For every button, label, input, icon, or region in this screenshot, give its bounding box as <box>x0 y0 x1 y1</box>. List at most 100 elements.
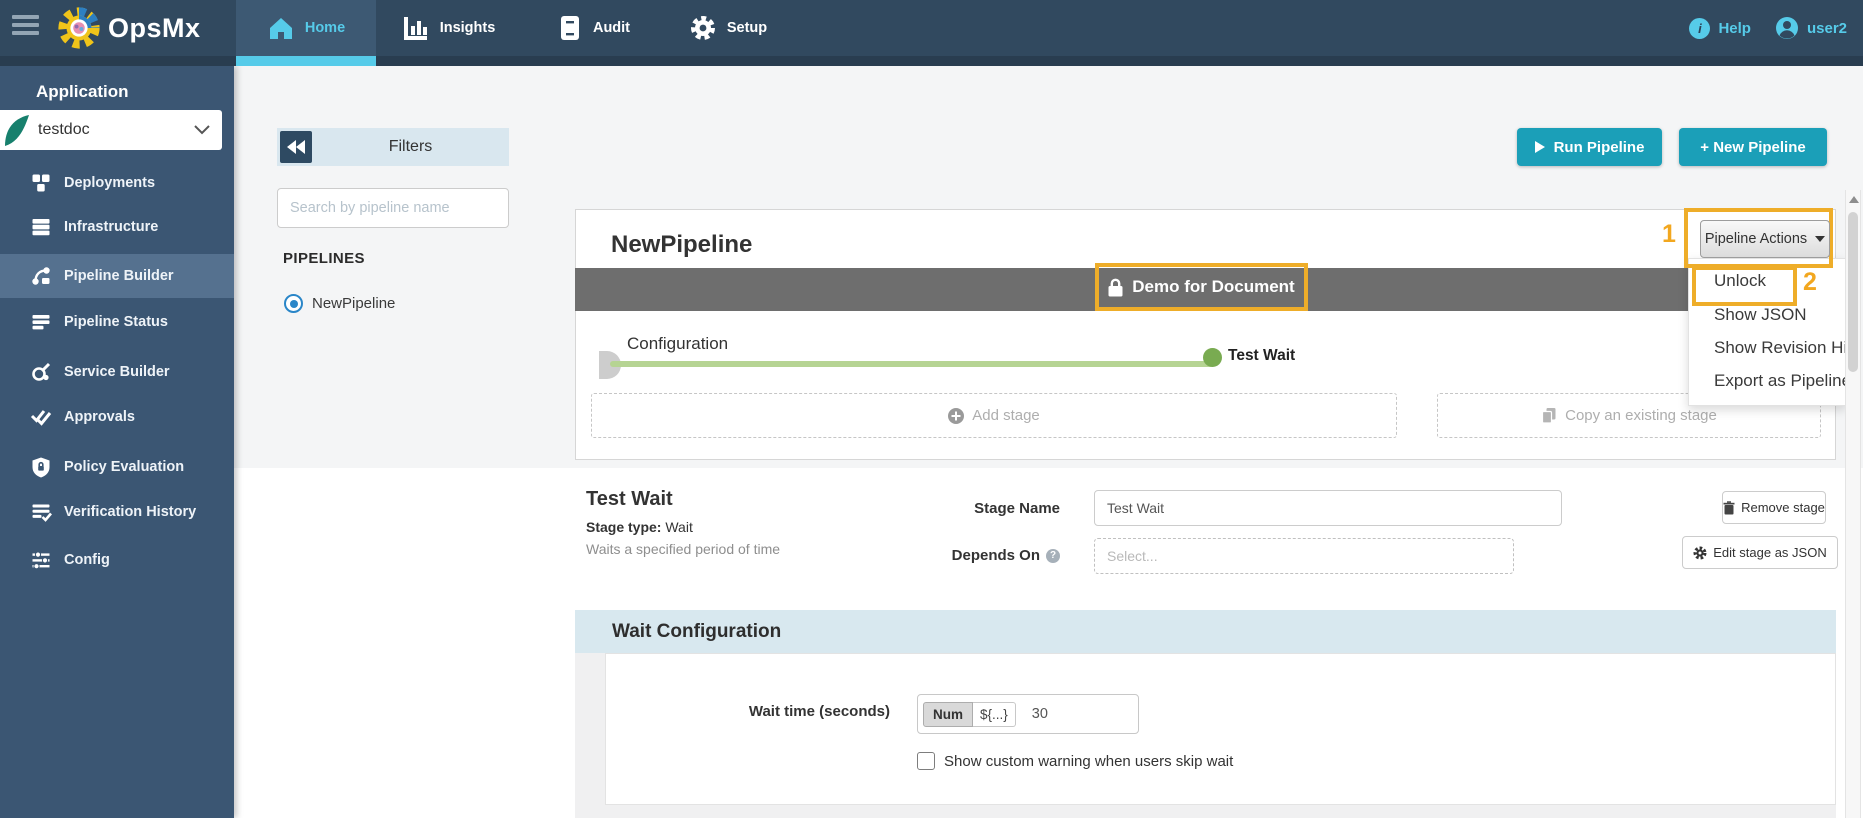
wait-configuration-header: Wait Configuration <box>575 610 1836 653</box>
opsmx-logo-icon <box>56 5 102 51</box>
sidebar-item-label: Policy Evaluation <box>64 459 184 475</box>
tab-audit-label: Audit <box>593 20 630 36</box>
depends-on-label: Depends On <box>952 547 1040 564</box>
stage-type-label: Stage type: <box>586 519 661 535</box>
stage-name-label: Stage Name <box>895 500 1060 517</box>
lock-badge-highlight[interactable]: Demo for Document <box>1095 263 1308 311</box>
tab-insights[interactable]: Insights <box>376 0 521 56</box>
config-sliders-icon <box>30 549 52 571</box>
menu-item-unlock[interactable]: Unlock <box>1714 271 1766 291</box>
expression-toggle-button[interactable]: ${...} <box>973 702 1016 727</box>
sidebar-item-deployments[interactable]: Deployments <box>0 163 234 203</box>
menu-item-export-as-pipeline[interactable]: Export as Pipeline <box>1714 371 1846 391</box>
pipeline-actions-button[interactable]: Pipeline Actions <box>1700 220 1830 258</box>
annotation-number-1: 1 <box>1662 220 1676 249</box>
edit-stage-as-json-label: Edit stage as JSON <box>1713 545 1826 560</box>
pipeline-title: NewPipeline <box>611 231 752 259</box>
add-stage-button[interactable]: Add stage <box>591 393 1397 438</box>
sidebar-item-config[interactable]: Config <box>0 540 234 580</box>
new-pipeline-button[interactable]: + New Pipeline <box>1679 128 1827 166</box>
user-avatar-icon <box>1775 16 1799 40</box>
sidebar-item-label: Config <box>64 552 110 568</box>
sidebar-item-label: Verification History <box>64 504 196 520</box>
stage-name-input[interactable] <box>1094 490 1562 526</box>
active-tab-underline <box>236 56 376 66</box>
pipelines-header: PIPELINES <box>283 250 365 267</box>
vertical-scrollbar[interactable] <box>1845 190 1861 818</box>
copy-existing-stage-label: Copy an existing stage <box>1565 407 1717 424</box>
setup-gear-icon <box>689 14 717 42</box>
collapse-filters-button[interactable] <box>280 131 312 163</box>
sidebar-item-label: Pipeline Builder <box>64 268 174 284</box>
wait-time-label: Wait time (seconds) <box>700 703 890 720</box>
help-info-icon: i <box>1689 18 1710 39</box>
tab-home-label: Home <box>305 20 345 36</box>
depends-on-select[interactable]: Select... <box>1094 538 1514 574</box>
remove-stage-button[interactable]: Remove stage <box>1722 491 1826 524</box>
sidebar-item-label: Infrastructure <box>64 219 158 235</box>
play-icon <box>1535 141 1545 153</box>
application-selector[interactable]: testdoc <box>0 110 222 150</box>
hamburger-menu-icon[interactable] <box>12 15 42 41</box>
pipeline-radio-selected[interactable] <box>284 294 303 313</box>
sidebar-item-pipeline-status[interactable]: Pipeline Status <box>0 302 234 342</box>
stage-description: Waits a specified period of time <box>586 541 780 557</box>
new-pipeline-label: + New Pipeline <box>1700 139 1805 156</box>
sidebar-item-infrastructure[interactable]: Infrastructure <box>0 207 234 247</box>
scrollbar-up-arrow[interactable] <box>1849 196 1859 203</box>
num-toggle-button[interactable]: Num <box>923 702 973 727</box>
sidebar-item-approvals[interactable]: Approvals <box>0 397 234 437</box>
application-section-label: Application <box>36 82 129 102</box>
app-leaf-icon <box>3 113 31 147</box>
tab-audit[interactable]: Audit <box>521 0 666 56</box>
edit-stage-as-json-button[interactable]: Edit stage as JSON <box>1682 536 1838 569</box>
application-selector-value: testdoc <box>38 121 90 139</box>
user-menu[interactable]: user2 <box>1775 16 1847 40</box>
sidebar-item-label: Approvals <box>64 409 135 425</box>
audit-icon <box>557 14 583 42</box>
lock-icon <box>1108 278 1123 297</box>
navbar-right-group: i Help user2 <box>1689 0 1847 56</box>
brand-name: OpsMx <box>108 0 201 56</box>
skip-wait-warning-row: Show custom warning when users skip wait <box>917 752 1233 770</box>
plus-circle-icon <box>948 408 964 424</box>
depends-on-label-row: Depends On ? <box>877 547 1060 564</box>
test-wait-node[interactable] <box>1203 348 1222 367</box>
copy-icon <box>1541 407 1557 424</box>
configuration-node-label[interactable]: Configuration <box>627 334 728 354</box>
menu-item-show-revision-history[interactable]: Show Revision His <box>1714 338 1846 358</box>
pipeline-list-item[interactable]: NewPipeline <box>284 294 395 313</box>
top-navbar: OpsMx Home Insights Audit <box>0 0 1863 56</box>
sidebar-item-pipeline-builder[interactable]: Pipeline Builder <box>0 254 234 298</box>
gear-icon <box>1693 546 1707 560</box>
help-button[interactable]: i Help <box>1689 18 1751 39</box>
sidebar-item-verification-history[interactable]: Verification History <box>0 492 234 532</box>
deployments-icon <box>30 172 52 194</box>
pipeline-list-item-label: NewPipeline <box>312 295 395 312</box>
caret-down-icon <box>1815 236 1825 242</box>
stage-type-line: Stage type: Wait <box>586 519 693 535</box>
tab-home[interactable]: Home <box>236 0 376 56</box>
search-input[interactable] <box>277 188 509 228</box>
annotation-number-2: 2 <box>1803 268 1817 297</box>
scrollbar-thumb[interactable] <box>1848 212 1858 372</box>
filters-panel-header: Filters <box>277 128 509 166</box>
sidebar-item-service-builder[interactable]: Service Builder <box>0 352 234 392</box>
wait-time-input[interactable] <box>1030 705 1124 723</box>
skip-wait-warning-checkbox[interactable] <box>917 752 935 770</box>
pipeline-builder-icon <box>30 265 52 287</box>
run-pipeline-button[interactable]: Run Pipeline <box>1517 128 1662 166</box>
test-wait-node-label[interactable]: Test Wait <box>1228 347 1295 365</box>
policy-evaluation-shield-icon <box>30 456 52 478</box>
depends-on-placeholder: Select... <box>1107 548 1158 564</box>
menu-item-show-json[interactable]: Show JSON <box>1714 305 1807 325</box>
sidebar-item-policy-evaluation[interactable]: Policy Evaluation <box>0 447 234 487</box>
help-question-icon[interactable]: ? <box>1046 549 1060 563</box>
sidebar-item-label: Deployments <box>64 175 155 191</box>
help-label: Help <box>1718 20 1751 37</box>
user-label: user2 <box>1807 20 1847 37</box>
tab-setup[interactable]: Setup <box>666 0 790 56</box>
filters-title: Filters <box>312 138 509 156</box>
trash-icon <box>1723 501 1735 515</box>
rewind-collapse-icon <box>287 140 305 154</box>
